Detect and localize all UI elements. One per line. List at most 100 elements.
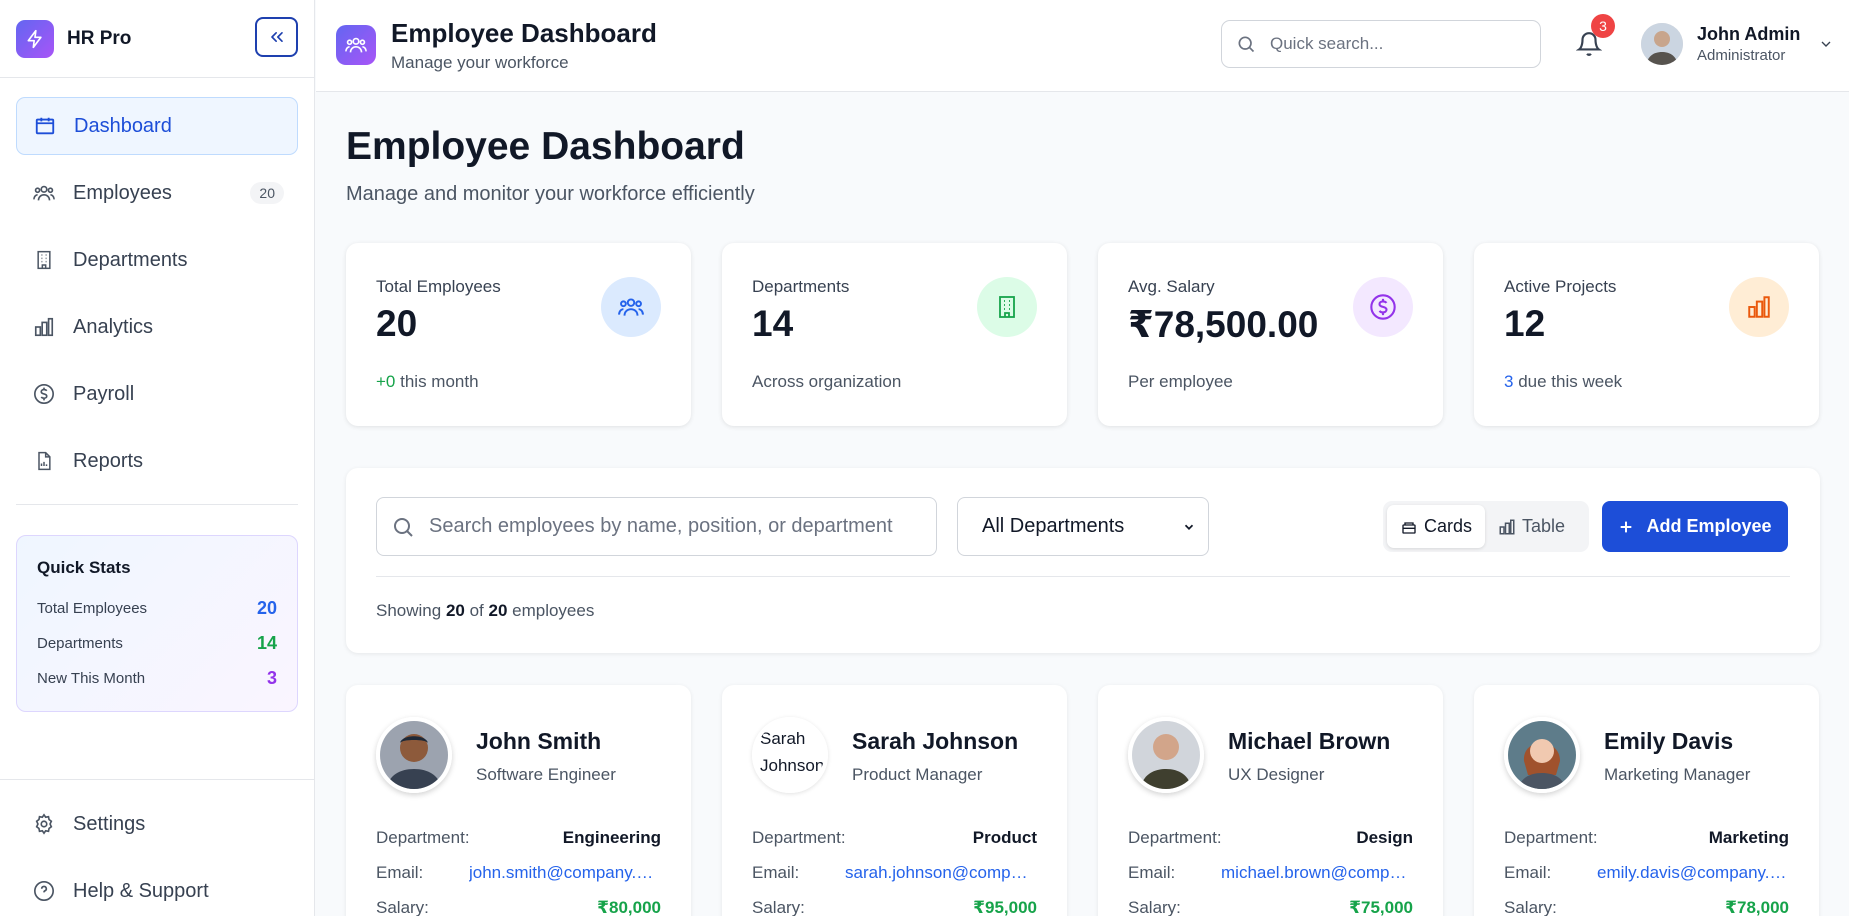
chevron-down-icon	[1821, 41, 1831, 47]
employee-position: Software Engineer	[476, 765, 616, 784]
logo-icon	[16, 19, 54, 58]
sidebar-item-payroll[interactable]: Payroll	[16, 365, 298, 423]
employee-cards: John Smith Software Engineer Department:…	[346, 685, 1820, 916]
quick-stats-panel: Quick Stats Total Employees 20 Departmen…	[16, 535, 298, 712]
employee-position: Product Manager	[852, 765, 983, 784]
department-value: Marketing	[1708, 828, 1789, 847]
sidebar-item-settings[interactable]: Settings	[16, 795, 299, 853]
employee-position: Marketing Manager	[1604, 765, 1751, 784]
quick-search-box[interactable]	[1221, 20, 1541, 68]
sidebar-item-label: Settings	[73, 812, 146, 835]
department-row: Department: Marketing	[1504, 828, 1789, 848]
quick-stat-value: 20	[256, 598, 277, 618]
employee-name: John Smith	[476, 728, 602, 754]
sidebar-item-label: Departments	[73, 248, 188, 271]
notification-count-badge: 3	[1591, 14, 1615, 38]
sidebar-item-analytics[interactable]: Analytics	[16, 298, 298, 356]
results-count: Showing 20 of 20 employees	[376, 601, 594, 621]
results-shown: 20	[445, 601, 465, 620]
cards-view-button[interactable]: Cards	[1387, 505, 1486, 548]
collapse-sidebar-button[interactable]	[255, 17, 298, 57]
department-select[interactable]: All Departments	[957, 497, 1209, 556]
email-link[interactable]: sarah.johnson@company.com	[845, 863, 1037, 883]
employee-name: Michael Brown	[1228, 728, 1391, 754]
quick-stat-row: Total Employees 20	[37, 591, 277, 626]
sidebar-item-employees[interactable]: Employees 20	[16, 164, 298, 222]
page-title: Employee Dashboard	[346, 125, 745, 168]
employee-card[interactable]: Michael Brown UX Designer Department: Des…	[1098, 685, 1443, 916]
sidebar-item-label: Reports	[73, 449, 144, 472]
sidebar-item-reports[interactable]: Reports	[16, 432, 298, 490]
broken-image-alt: Sarah Johnson	[756, 721, 824, 789]
employee-count-badge: 20	[250, 182, 284, 204]
filter-divider	[376, 576, 1790, 577]
stat-card-active-projects: Active Projects 12 3 due this week	[1474, 243, 1819, 426]
employee-card[interactable]: Sarah Johnson Sarah Johnson Product Mana…	[722, 685, 1067, 916]
bar-chart-icon	[1499, 519, 1515, 534]
quick-stat-row: Departments 14	[37, 626, 277, 661]
header-title: Employee Dashboard	[391, 18, 657, 48]
stat-card-departments: Departments 14 Across organization	[722, 243, 1067, 426]
main-content: Employee Dashboard Manage and monitor yo…	[346, 92, 1820, 916]
quick-stats-title: Quick Stats	[37, 558, 131, 577]
plus-icon	[1621, 521, 1632, 532]
employee-card[interactable]: Emily Davis Marketing Manager Department…	[1474, 685, 1819, 916]
quick-stat-label: Departments	[37, 635, 123, 652]
page-subtitle: Manage and monitor your workforce effici…	[346, 183, 755, 205]
sidebar: HR Pro Dashboard Employees 20 Department…	[0, 0, 315, 916]
filter-panel: All Departments Cards Table Add Employee…	[346, 468, 1820, 653]
user-info: John Admin Administrator	[1697, 24, 1800, 64]
header-subtitle: Manage your workforce	[391, 53, 569, 72]
employee-search-box[interactable]	[376, 497, 937, 556]
stat-foot-highlight: +0	[376, 372, 396, 391]
email-link[interactable]: john.smith@company.com	[469, 863, 661, 883]
sidebar-item-help[interactable]: Help & Support	[16, 862, 299, 916]
sidebar-divider	[16, 504, 298, 505]
employee-search-input[interactable]	[429, 515, 909, 538]
sidebar-item-label: Analytics	[73, 315, 154, 338]
employee-position: UX Designer	[1228, 765, 1325, 784]
avatar: Sarah Johnson	[752, 717, 828, 793]
employee-card[interactable]: John Smith Software Engineer Department:…	[346, 685, 691, 916]
stat-footnote: +0 this month	[376, 372, 479, 392]
users-icon	[601, 277, 661, 337]
employee-name: Sarah Johnson	[852, 728, 1019, 754]
salary-value: ₹80,000	[597, 898, 661, 916]
view-toggle: Cards Table	[1383, 501, 1589, 552]
sidebar-footer: Settings Help & Support	[0, 779, 315, 916]
email-link[interactable]: michael.brown@company.com	[1221, 863, 1413, 883]
email-label: Email:	[1128, 863, 1176, 882]
table-view-button[interactable]: Table	[1485, 505, 1578, 548]
department-value: Product	[972, 828, 1037, 847]
search-icon	[1238, 36, 1255, 53]
department-label: Department:	[1128, 828, 1222, 847]
email-label: Email:	[1504, 863, 1552, 882]
sidebar-item-label: Payroll	[73, 382, 135, 405]
results-prefix: Showing	[376, 601, 446, 620]
department-row: Department: Product	[752, 828, 1037, 848]
department-row: Department: Engineering	[376, 828, 661, 848]
quick-stat-label: New This Month	[37, 670, 146, 687]
email-link[interactable]: emily.davis@company.com	[1597, 863, 1789, 883]
quick-stat-row: New This Month 3	[37, 661, 277, 696]
app-name: HR Pro	[67, 27, 132, 49]
help-icon	[31, 878, 57, 904]
salary-label: Salary:	[752, 898, 805, 916]
top-bar: Employee Dashboard Manage your workforce…	[316, 0, 1849, 92]
sidebar-item-dashboard[interactable]: Dashboard	[16, 97, 298, 155]
add-employee-button[interactable]: Add Employee	[1602, 501, 1788, 552]
search-icon	[394, 517, 413, 537]
sidebar-item-label: Help & Support	[73, 879, 209, 902]
sidebar-item-departments[interactable]: Departments	[16, 231, 298, 289]
quick-search-input[interactable]	[1270, 34, 1510, 54]
salary-row: Salary: ₹95,000	[752, 898, 1037, 916]
email-row: Email: emily.davis@company.com	[1504, 863, 1789, 883]
avatar	[1641, 23, 1683, 65]
gear-icon	[31, 811, 57, 837]
user-menu[interactable]: John Admin Administrator	[1641, 23, 1834, 65]
email-label: Email:	[376, 863, 424, 882]
stat-foot-text: this month	[395, 372, 479, 391]
avatar	[376, 717, 452, 793]
salary-value: ₹95,000	[973, 898, 1037, 916]
salary-label: Salary:	[1504, 898, 1557, 916]
